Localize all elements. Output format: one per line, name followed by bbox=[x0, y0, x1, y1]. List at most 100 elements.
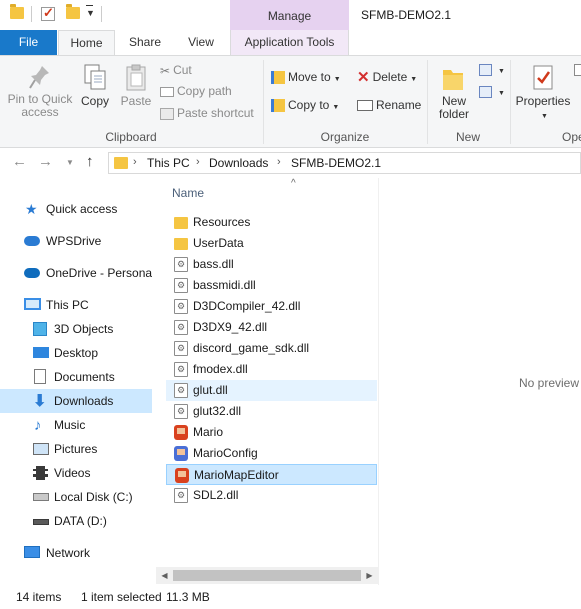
manage-context-label: Manage bbox=[230, 0, 349, 30]
nav-wpsdrive[interactable]: WPSDrive bbox=[0, 229, 152, 253]
back-arrow-icon[interactable]: ← bbox=[12, 153, 27, 170]
file-row[interactable]: bassmidi.dll bbox=[166, 275, 377, 296]
file-name: D3DX9_42.dll bbox=[193, 320, 268, 334]
file-row[interactable]: fmodex.dll bbox=[166, 359, 377, 380]
properties-button[interactable]: Properties ▼ bbox=[514, 64, 572, 123]
window-title: SFMB-DEMO2.1 bbox=[361, 8, 452, 22]
delete-label: Delete bbox=[372, 70, 408, 84]
up-arrow-icon[interactable]: ↑ bbox=[86, 153, 94, 170]
breadcrumb-downloads[interactable]: Downloads bbox=[209, 156, 268, 170]
chevron-right-icon[interactable]: › bbox=[133, 156, 137, 168]
delete-x-icon: ✕ bbox=[357, 68, 370, 86]
breadcrumb-this-pc[interactable]: This PC bbox=[147, 156, 190, 170]
open-icon bbox=[574, 63, 581, 76]
nav-music[interactable]: ♪ Music bbox=[0, 413, 152, 437]
chevron-right-icon[interactable]: › bbox=[277, 156, 281, 168]
nav-label: 3D Objects bbox=[54, 322, 114, 336]
divider bbox=[31, 6, 32, 22]
address-bar[interactable]: › This PC › Downloads › SFMB-DEMO2.1 bbox=[108, 152, 581, 174]
cut-button[interactable]: ✂ Cut bbox=[160, 61, 192, 79]
file-row[interactable]: glut32.dll bbox=[166, 401, 377, 422]
nav-onedrive[interactable]: OneDrive - Personal bbox=[0, 261, 152, 285]
file-row[interactable]: glut.dll bbox=[166, 380, 377, 401]
scrollbar-thumb[interactable] bbox=[173, 570, 361, 581]
nav-pictures[interactable]: Pictures bbox=[0, 437, 152, 461]
pin-to-quick-access-button[interactable]: Pin to Quick access bbox=[4, 64, 76, 119]
breadcrumb-sfmb-demo[interactable]: SFMB-DEMO2.1 bbox=[291, 156, 381, 170]
new-folder-button[interactable]: New folder bbox=[431, 64, 477, 121]
recent-locations-chevron-icon[interactable]: ▼ bbox=[66, 158, 74, 167]
paste-shortcut-button[interactable]: Paste shortcut bbox=[160, 104, 254, 122]
tab-view[interactable]: View bbox=[176, 30, 226, 55]
file-row-selected[interactable]: MarioMapEditor bbox=[166, 464, 377, 485]
dll-file-icon bbox=[174, 320, 188, 335]
file-row[interactable]: Resources bbox=[166, 212, 377, 233]
nav-network[interactable]: Network bbox=[0, 541, 152, 565]
copy-to-button[interactable]: Copy to ▼ bbox=[271, 96, 339, 114]
organize-group-label: Organize bbox=[320, 130, 370, 144]
forward-arrow-icon[interactable]: → bbox=[38, 153, 53, 170]
scroll-right-arrow-icon[interactable]: ▶ bbox=[361, 569, 378, 582]
download-arrow-icon: ⬇ bbox=[33, 393, 47, 410]
tab-application-tools[interactable]: Application Tools bbox=[230, 30, 349, 55]
folder-icon bbox=[174, 238, 188, 250]
nav-label: Downloads bbox=[54, 394, 114, 408]
nav-local-disk[interactable]: Local Disk (C:) bbox=[0, 485, 152, 509]
file-name: MarioConfig bbox=[193, 446, 258, 460]
scroll-left-arrow-icon[interactable]: ◀ bbox=[156, 569, 173, 582]
nav-this-pc[interactable]: This PC bbox=[0, 293, 152, 317]
copy-path-button[interactable]: Copy path bbox=[160, 82, 232, 100]
file-row[interactable]: D3DCompiler_42.dll bbox=[166, 296, 377, 317]
nav-quick-access[interactable]: ★ Quick access bbox=[0, 197, 152, 221]
nav-desktop[interactable]: Desktop bbox=[0, 341, 152, 365]
tab-share[interactable]: Share bbox=[120, 30, 170, 55]
paste-button[interactable]: Paste bbox=[117, 64, 155, 108]
file-list: ^ Name Resources UserData bass.dll bassm… bbox=[156, 178, 378, 585]
file-row[interactable]: UserData bbox=[166, 233, 377, 254]
dll-file-icon bbox=[174, 404, 188, 419]
tab-file[interactable]: File bbox=[0, 30, 57, 55]
chevron-right-icon[interactable]: › bbox=[196, 156, 200, 168]
tab-home[interactable]: Home bbox=[58, 30, 115, 56]
move-to-button[interactable]: Move to ▼ bbox=[271, 68, 341, 86]
status-bar: 14 items 1 item selected 11.3 MB bbox=[0, 585, 581, 609]
nav-label: Videos bbox=[54, 466, 91, 480]
file-row[interactable]: bass.dll bbox=[166, 254, 377, 275]
preview-pane: No preview bbox=[378, 178, 581, 585]
copy-button[interactable]: Copy bbox=[78, 64, 112, 108]
nav-downloads[interactable]: ⬇ Downloads bbox=[0, 389, 152, 413]
move-to-icon bbox=[271, 71, 285, 85]
nav-data-disk[interactable]: DATA (D:) bbox=[0, 509, 152, 533]
monitor-icon bbox=[24, 298, 41, 310]
paste-shortcut-icon bbox=[160, 107, 174, 120]
file-row[interactable]: MarioConfig bbox=[166, 443, 377, 464]
new-item-icon bbox=[479, 63, 492, 76]
horizontal-scrollbar[interactable]: ◀ ▶ bbox=[156, 567, 378, 584]
dll-file-icon bbox=[174, 362, 188, 377]
nav-label: Pictures bbox=[54, 442, 98, 456]
nav-documents[interactable]: Documents bbox=[0, 365, 152, 389]
new-folder-quick-icon[interactable] bbox=[66, 4, 80, 19]
file-row[interactable]: SDL2.dll bbox=[166, 485, 377, 506]
copy-to-icon bbox=[271, 99, 285, 113]
nav-3d-objects[interactable]: 3D Objects bbox=[0, 317, 152, 341]
column-header-name[interactable]: Name bbox=[172, 186, 204, 200]
easy-access-button[interactable]: ▼ bbox=[479, 82, 505, 100]
dll-file-icon bbox=[174, 278, 188, 293]
file-name: SDL2.dll bbox=[193, 488, 239, 502]
file-name: Mario bbox=[193, 425, 224, 439]
rename-button[interactable]: Rename bbox=[357, 96, 421, 114]
open-button[interactable] bbox=[574, 60, 581, 78]
file-row[interactable]: D3DX9_42.dll bbox=[166, 317, 377, 338]
file-row[interactable]: discord_game_sdk.dll bbox=[166, 338, 377, 359]
chevron-down-icon: ▼ bbox=[332, 104, 340, 111]
file-row[interactable]: Mario bbox=[166, 422, 377, 443]
nav-videos[interactable]: Videos bbox=[0, 461, 152, 485]
new-item-button[interactable]: ▼ bbox=[479, 60, 505, 78]
item-count: 14 items bbox=[16, 590, 62, 604]
file-name: glut32.dll bbox=[193, 404, 242, 418]
delete-button[interactable]: ✕ Delete ▼ bbox=[357, 68, 417, 86]
customize-toolbar-icon[interactable]: ▼ bbox=[86, 5, 95, 18]
ribbon-tabs: File Home Share View Application Tools bbox=[0, 30, 581, 56]
properties-quick-icon[interactable] bbox=[41, 5, 55, 21]
